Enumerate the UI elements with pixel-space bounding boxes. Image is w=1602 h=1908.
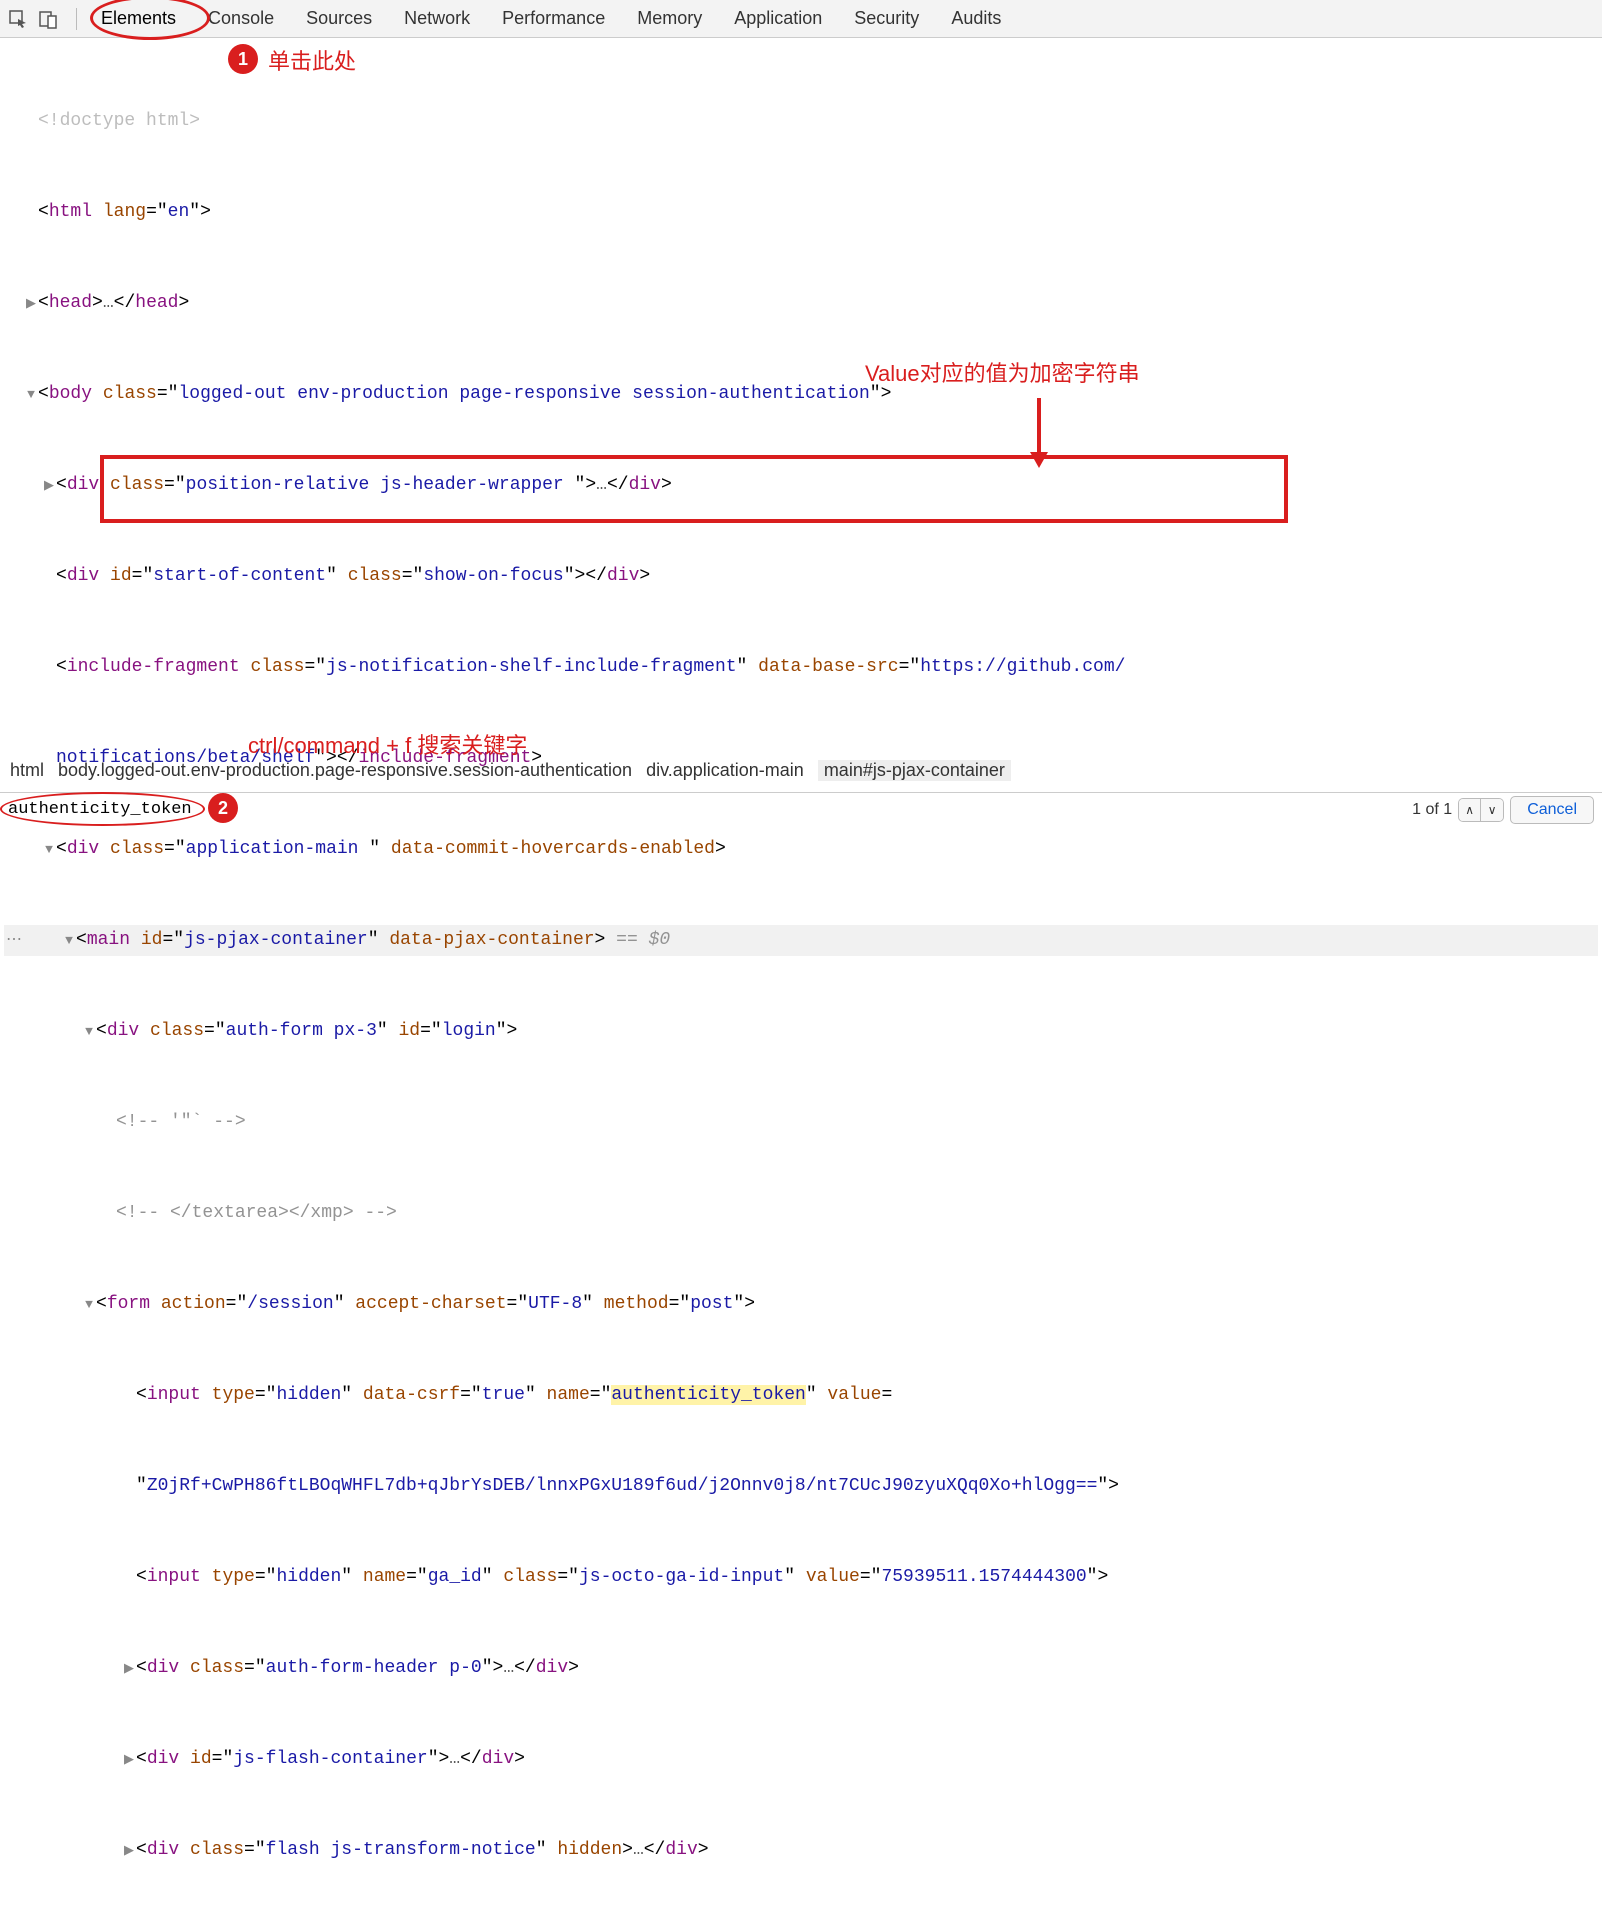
dom-main-selected[interactable]: ⋯<main id="js-pjax-container" data-pjax-…	[4, 925, 1598, 956]
dom-start-of-content[interactable]: <div id="start-of-content" class="show-o…	[4, 561, 1598, 592]
inspect-icon[interactable]	[8, 9, 28, 29]
search-bar: 1 of 1 ∧ ∨ Cancel	[0, 792, 1602, 826]
search-cancel-button[interactable]: Cancel	[1510, 796, 1594, 824]
breadcrumb-item[interactable]: html	[10, 760, 44, 781]
dom-header-wrapper[interactable]: <div class="position-relative js-header-…	[4, 470, 1598, 501]
dom-include-fragment[interactable]: <include-fragment class="js-notification…	[4, 652, 1598, 683]
dom-head[interactable]: <head>…</head>	[4, 288, 1598, 319]
breadcrumb-item[interactable]: body.logged-out.env-production.page-resp…	[58, 760, 632, 781]
dom-auth-header[interactable]: <div class="auth-form-header p-0">…</div…	[4, 1653, 1598, 1684]
tab-sources[interactable]: Sources	[290, 2, 388, 35]
search-prev-button[interactable]: ∧	[1459, 799, 1481, 821]
dom-body[interactable]: <body class="logged-out env-production p…	[4, 379, 1598, 410]
dom-comment-2[interactable]: <!-- </textarea></xmp> -->	[4, 1198, 1598, 1229]
tab-performance[interactable]: Performance	[486, 2, 621, 35]
annotation-badge-2: 2	[208, 793, 238, 823]
annotation-text-1: 单击此处	[268, 44, 356, 76]
dom-form[interactable]: <form action="/session" accept-charset="…	[4, 1289, 1598, 1320]
tab-console[interactable]: Console	[192, 2, 290, 35]
dom-input-ga[interactable]: <input type="hidden" name="ga_id" class=…	[4, 1562, 1598, 1593]
dom-comment-1[interactable]: <!-- '"` -->	[4, 1107, 1598, 1138]
device-icon[interactable]	[38, 9, 58, 29]
dom-auth-form[interactable]: <div class="auth-form px-3" id="login">	[4, 1016, 1598, 1047]
tab-elements[interactable]: Elements	[85, 2, 192, 35]
dom-input-csrf[interactable]: <input type="hidden" data-csrf="true" na…	[4, 1380, 1598, 1411]
tab-security[interactable]: Security	[838, 2, 935, 35]
tab-application[interactable]: Application	[718, 2, 838, 35]
tab-network[interactable]: Network	[388, 2, 486, 35]
divider	[76, 8, 77, 30]
search-updown: ∧ ∨	[1458, 798, 1504, 822]
tab-audits[interactable]: Audits	[935, 2, 1017, 35]
dom-transform-notice[interactable]: <div class="flash js-transform-notice" h…	[4, 1835, 1598, 1866]
tab-memory[interactable]: Memory	[621, 2, 718, 35]
dom-flash[interactable]: <div id="js-flash-container">…</div>	[4, 1744, 1598, 1775]
search-next-button[interactable]: ∨	[1481, 799, 1503, 821]
annotation-value-text: Value对应的值为加密字符串	[865, 356, 1140, 388]
breadcrumb-item[interactable]: div.application-main	[646, 760, 804, 781]
search-count: 1 of 1	[1412, 801, 1452, 819]
annotation-badge-1: 1	[228, 44, 258, 74]
dom-application-main[interactable]: <div class="application-main " data-comm…	[4, 834, 1598, 865]
elements-dom-tree[interactable]: <!doctype html> <html lang="en"> <head>……	[0, 38, 1602, 1908]
dom-input-csrf-value[interactable]: "Z0jRf+CwPH86ftLBOqWHFL7db+qJbrYsDEB/lnn…	[4, 1471, 1598, 1502]
devtools-toolbar: Elements Console Sources Network Perform…	[0, 0, 1602, 38]
breadcrumb-item-selected[interactable]: main#js-pjax-container	[818, 760, 1011, 781]
dom-html[interactable]: <html lang="en">	[4, 197, 1598, 228]
elements-breadcrumb: html body.logged-out.env-production.page…	[10, 760, 1011, 781]
dom-doctype[interactable]: <!doctype html>	[4, 106, 1598, 137]
annotation-search-text: ctrl/command + f 搜索关键字	[248, 728, 527, 760]
